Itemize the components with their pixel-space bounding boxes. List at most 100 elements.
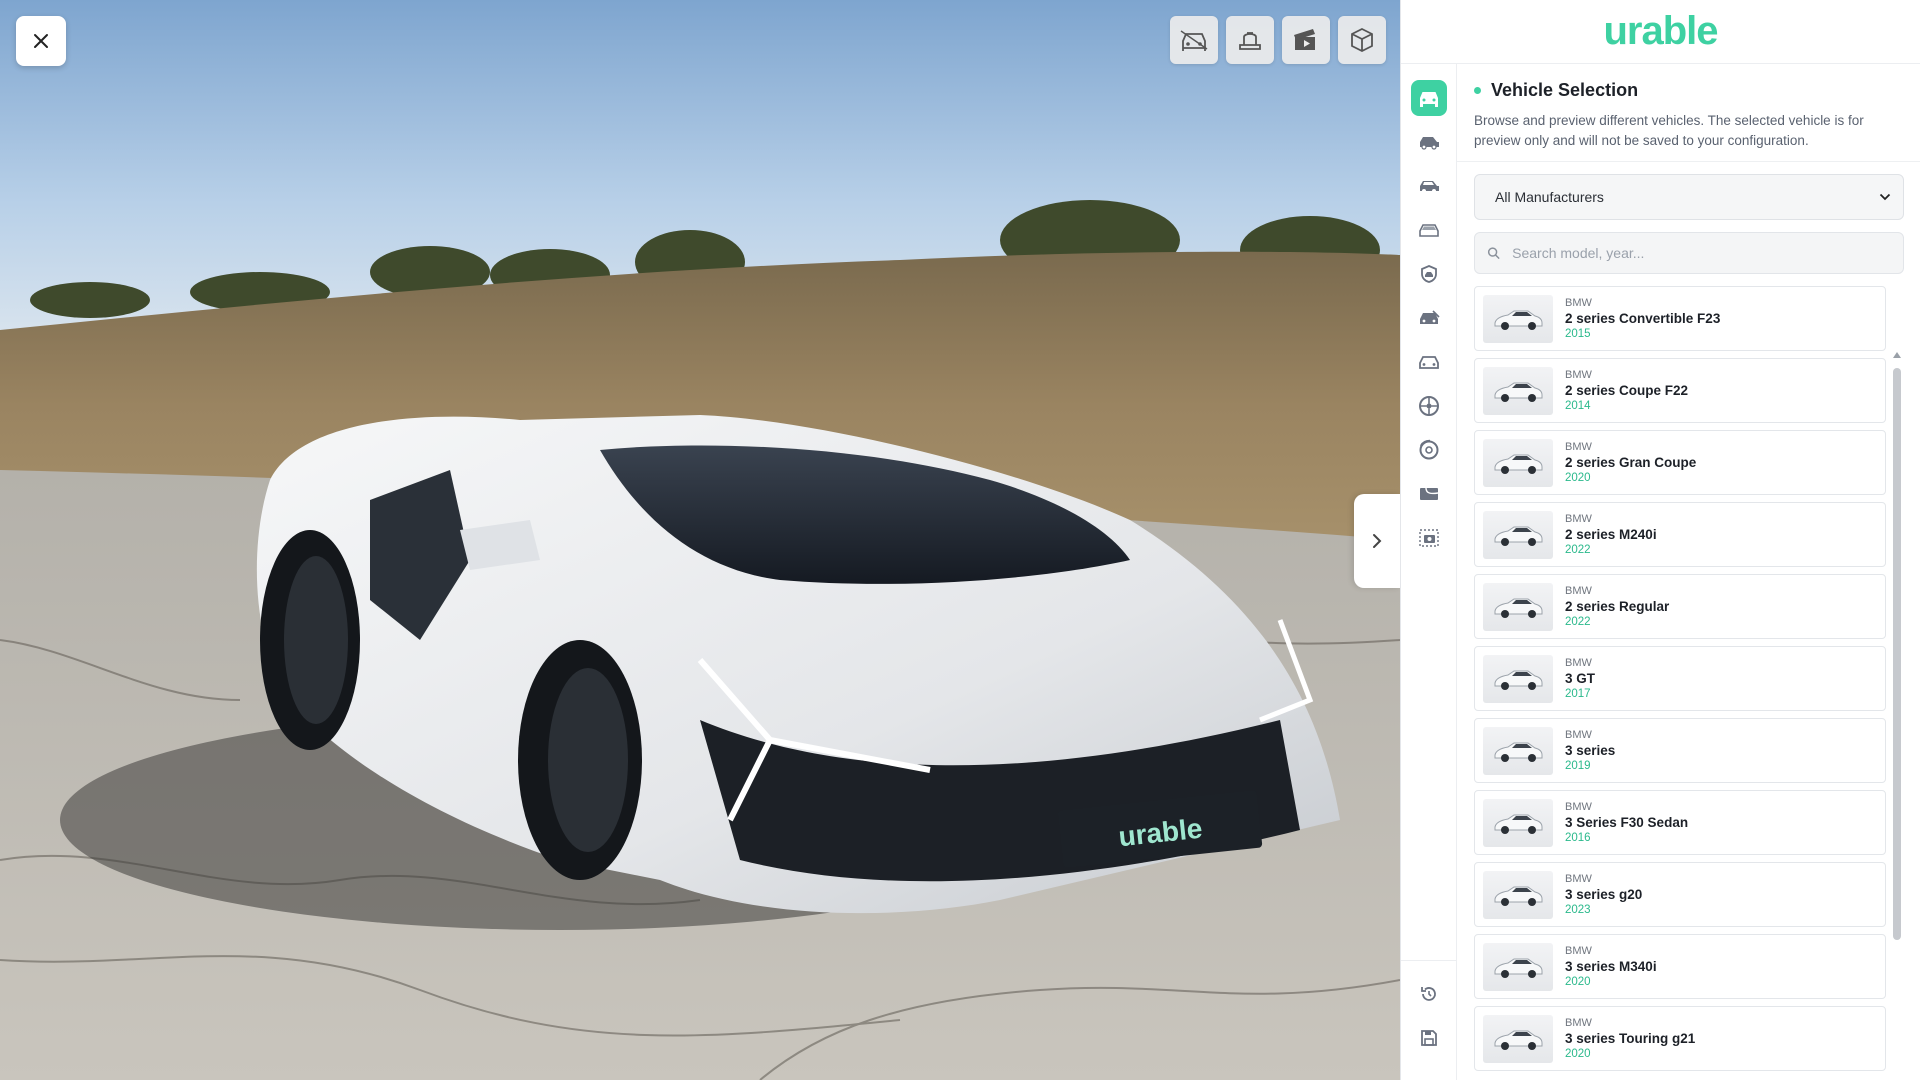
car-front-icon: [1420, 92, 1438, 107]
interior-view-button[interactable]: [1170, 16, 1218, 64]
vehicle-make: BMW: [1565, 368, 1592, 381]
vehicle-model: 3 series g20: [1565, 886, 1643, 902]
vehicle-make: BMW: [1565, 944, 1592, 957]
vehicle-model: 2 series Coupe F22: [1565, 382, 1689, 398]
rail-item-8[interactable]: [1411, 388, 1447, 424]
vehicle-card-text: BMW 2 series Convertible F23 2015: [1565, 297, 1720, 341]
vehicle-thumbnail-icon: [1494, 526, 1543, 546]
vehicle-model: 3 series M340i: [1565, 958, 1657, 974]
vehicle-model: 2 series Convertible F23: [1565, 310, 1721, 326]
vehicle-thumbnail-icon: [1494, 1030, 1543, 1050]
collapse-panel-button[interactable]: [1354, 494, 1400, 588]
rail-divider: [1401, 960, 1456, 961]
vehicle-card[interactable]: BMW 3 series Touring g21 2020: [1474, 1006, 1886, 1071]
vehicle-model: 3 series: [1565, 742, 1616, 758]
vehicle-card[interactable]: BMW 3 series 2019: [1474, 718, 1886, 783]
car-side-tint-icon: [1420, 181, 1439, 193]
vehicle-model: 2 series M240i: [1565, 526, 1657, 542]
vehicle-card-text: BMW 2 series Regular 2022: [1565, 585, 1669, 629]
vehicle-thumbnail-icon: [1494, 958, 1543, 978]
vehicle-thumbnail: [1483, 870, 1553, 919]
vehicle-card-text: BMW 3 series 2019: [1565, 729, 1615, 773]
search-box: [1474, 232, 1904, 274]
rail-item-4[interactable]: [1411, 212, 1447, 248]
configuration-panel: urable Vehicle Selection Browse and prev…: [1400, 0, 1920, 1080]
history-button[interactable]: [1411, 976, 1447, 1012]
vehicle-model: 3 GT: [1565, 670, 1596, 686]
vehicle-thumbnail: [1483, 510, 1553, 559]
car-outline-icon: [1419, 356, 1439, 369]
film-roll-icon: [1420, 487, 1439, 500]
vehicle-year: 2015: [1565, 327, 1591, 340]
scroll-up-arrow[interactable]: [1893, 352, 1901, 358]
search-icon: [1487, 247, 1500, 259]
rail-item-6[interactable]: [1411, 300, 1447, 336]
rail-item-7[interactable]: [1411, 344, 1447, 380]
rail-vehicle-selection[interactable]: [1411, 80, 1447, 116]
vehicle-make: BMW: [1565, 584, 1592, 597]
vehicle-make: BMW: [1565, 872, 1592, 885]
vehicle-card[interactable]: BMW 2 series Coupe F22 2014: [1474, 358, 1886, 423]
manufacturer-select[interactable]: All Manufacturers: [1474, 174, 1904, 220]
vehicle-year: 2020: [1565, 975, 1591, 988]
clapperboard-icon: [1294, 29, 1315, 50]
vehicle-card[interactable]: BMW 3 GT 2017: [1474, 646, 1886, 711]
vehicle-make: BMW: [1565, 440, 1592, 453]
vehicle-card[interactable]: BMW 3 series g20 2023: [1474, 862, 1886, 927]
close-button[interactable]: [16, 16, 66, 66]
vehicle-card[interactable]: BMW 2 series Convertible F23 2015: [1474, 286, 1886, 351]
vehicle-card[interactable]: BMW 3 Series F30 Sedan 2016: [1474, 790, 1886, 855]
vehicle-thumbnail-icon: [1494, 598, 1543, 618]
vehicle-thumbnail: [1483, 294, 1553, 343]
brake-rotor-icon: [1419, 439, 1439, 460]
vehicle-year: 2020: [1565, 1047, 1591, 1060]
close-icon: [34, 34, 48, 48]
rail-item-9[interactable]: [1411, 432, 1447, 468]
vehicle-year: 2017: [1565, 687, 1591, 700]
camera-icon: [1419, 529, 1439, 547]
vehicle-list-scrollbar[interactable]: [1892, 352, 1902, 1080]
vehicle-thumbnail-icon: [1494, 310, 1543, 330]
vehicle-card[interactable]: BMW 2 series Regular 2022: [1474, 574, 1886, 639]
vehicle-card[interactable]: BMW 2 series M240i 2022: [1474, 502, 1886, 567]
rail-item-10[interactable]: [1411, 476, 1447, 512]
cube-3d-icon: [1351, 27, 1373, 53]
save-button[interactable]: [1411, 1020, 1447, 1056]
vehicle-card-text: BMW 3 Series F30 Sedan 2016: [1565, 801, 1688, 845]
3d-view-button[interactable]: [1338, 16, 1386, 64]
vehicle-thumbnail: [1483, 438, 1553, 487]
search-input[interactable]: [1512, 245, 1891, 261]
rail-item-2[interactable]: [1411, 124, 1447, 160]
vehicle-thumbnail-icon: [1494, 886, 1543, 906]
vehicle-thumbnail-icon: [1494, 670, 1543, 690]
car-wrap-icon: [1420, 310, 1440, 324]
vehicle-card[interactable]: BMW 3 series M340i 2020: [1474, 934, 1886, 999]
vehicle-make: BMW: [1565, 512, 1592, 525]
save-icon: [1421, 1030, 1437, 1046]
vehicle-make: BMW: [1565, 296, 1592, 309]
vehicle-card-text: BMW 3 series M340i 2020: [1565, 945, 1657, 989]
vehicle-card-text: BMW 3 series g20 2023: [1565, 873, 1642, 917]
panel-header: urable: [1401, 0, 1920, 64]
vehicle-make: BMW: [1565, 728, 1592, 741]
vehicle-thumbnail-icon: [1494, 382, 1543, 402]
seat-view-button[interactable]: [1226, 16, 1274, 64]
vehicle-viewer[interactable]: urable: [0, 0, 1400, 1080]
vehicle-card[interactable]: BMW 2 series Gran Coupe 2020: [1474, 430, 1886, 495]
rail-item-3[interactable]: [1411, 168, 1447, 204]
scroll-thumb[interactable]: [1893, 368, 1901, 940]
app: urable urable Vehicle Selection Browse a…: [0, 0, 1920, 1080]
vehicle-thumbnail: [1483, 366, 1553, 415]
vehicle-model: 2 series Gran Coupe: [1565, 454, 1697, 470]
vehicle-card-text: BMW 3 GT 2017: [1565, 657, 1595, 701]
animation-button[interactable]: [1282, 16, 1330, 64]
vehicle-thumbnail-icon: [1494, 814, 1543, 834]
seat-icon: [1239, 32, 1261, 50]
car-interior-icon: [1180, 30, 1208, 51]
rail-item-5[interactable]: [1411, 256, 1447, 292]
wheel-icon: [1419, 396, 1439, 416]
rail-item-11[interactable]: [1411, 520, 1447, 556]
vehicle-thumbnail: [1483, 1014, 1553, 1063]
vehicle-preview-image[interactable]: urable: [0, 0, 1400, 1080]
vehicle-year: 2023: [1565, 903, 1591, 916]
